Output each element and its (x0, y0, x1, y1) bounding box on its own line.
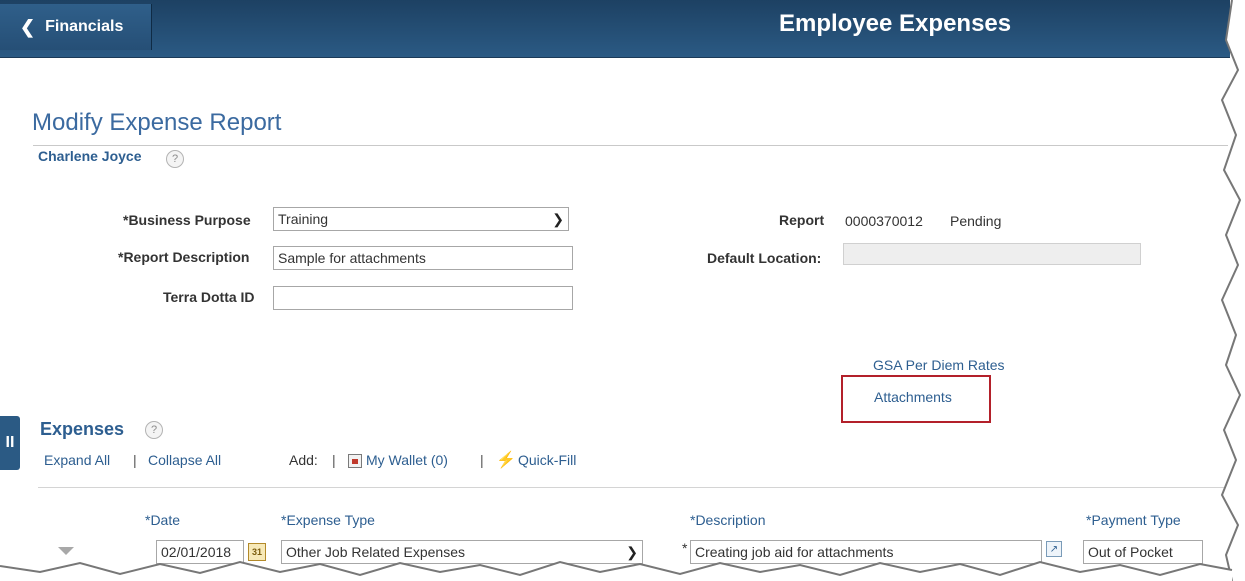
app-banner: ❮ Financials Employee Expenses (0, 0, 1230, 58)
chevron-down-icon: ❯ (552, 211, 564, 227)
chevron-down-icon: ❯ (626, 544, 638, 560)
terra-dotta-id-input[interactable] (273, 286, 573, 310)
column-header-expense-type: *Expense Type (281, 512, 375, 528)
chevron-left-icon: ❮ (20, 16, 36, 37)
expense-type-select[interactable]: Other Job Related Expenses ❯ (281, 540, 643, 564)
expand-text-icon[interactable]: ↗ (1046, 541, 1062, 557)
expense-type-value: Other Job Related Expenses (286, 544, 465, 560)
report-id: 0000370012 (845, 213, 923, 229)
expense-description-input[interactable]: Creating job aid for attachments (690, 540, 1042, 564)
default-location-field (843, 243, 1141, 265)
toolbar-separator: | (332, 452, 336, 468)
help-icon[interactable]: ? (166, 150, 184, 168)
terra-dotta-id-label: Terra Dotta ID (163, 289, 255, 305)
report-status: Pending (950, 213, 1002, 229)
quick-fill-link[interactable]: Quick-Fill (518, 452, 576, 468)
attachments-highlight-box (841, 375, 991, 423)
column-header-description: *Description (690, 512, 766, 528)
add-label: Add: (289, 452, 318, 468)
business-purpose-select[interactable]: Training ❯ (273, 207, 569, 231)
expense-date-input[interactable]: 02/01/2018 (156, 540, 244, 564)
business-purpose-value: Training (278, 211, 329, 227)
business-purpose-label: *Business Purpose (123, 212, 251, 228)
lightning-icon: ⚡ (496, 452, 516, 469)
employee-name: Charlene Joyce (38, 148, 142, 164)
page-title: Modify Expense Report (32, 109, 282, 136)
column-header-payment-type: *Payment Type (1086, 512, 1181, 528)
title-divider (33, 145, 1228, 146)
back-to-financials-button[interactable]: ❮ Financials (0, 4, 152, 50)
wallet-icon (348, 454, 362, 468)
side-panel-toggle[interactable]: II (0, 416, 20, 470)
expenses-help-icon[interactable]: ? (145, 421, 163, 439)
back-button-label: Financials (45, 18, 124, 35)
toolbar-separator: | (133, 452, 137, 468)
expand-all-link[interactable]: Expand All (44, 452, 110, 468)
report-label: Report (779, 212, 825, 228)
payment-type-select[interactable]: Out of Pocket (1083, 540, 1203, 564)
banner-title: Employee Expenses (779, 10, 1012, 37)
required-marker: * (682, 540, 688, 556)
expenses-divider (38, 487, 1228, 488)
expenses-section-title: Expenses (40, 419, 125, 439)
column-header-date: *Date (145, 512, 181, 528)
row-expand-chevron-icon[interactable] (58, 547, 74, 555)
gsa-per-diem-link[interactable]: GSA Per Diem Rates (873, 357, 1005, 373)
toolbar-separator: | (480, 452, 484, 468)
my-wallet-link[interactable]: My Wallet (0) (366, 452, 448, 468)
collapse-all-link[interactable]: Collapse All (148, 452, 221, 468)
report-description-input[interactable]: Sample for attachments (273, 246, 573, 270)
calendar-icon[interactable]: 31 (248, 543, 266, 561)
default-location-label: Default Location: (707, 250, 822, 266)
report-description-label: *Report Description (118, 249, 250, 265)
